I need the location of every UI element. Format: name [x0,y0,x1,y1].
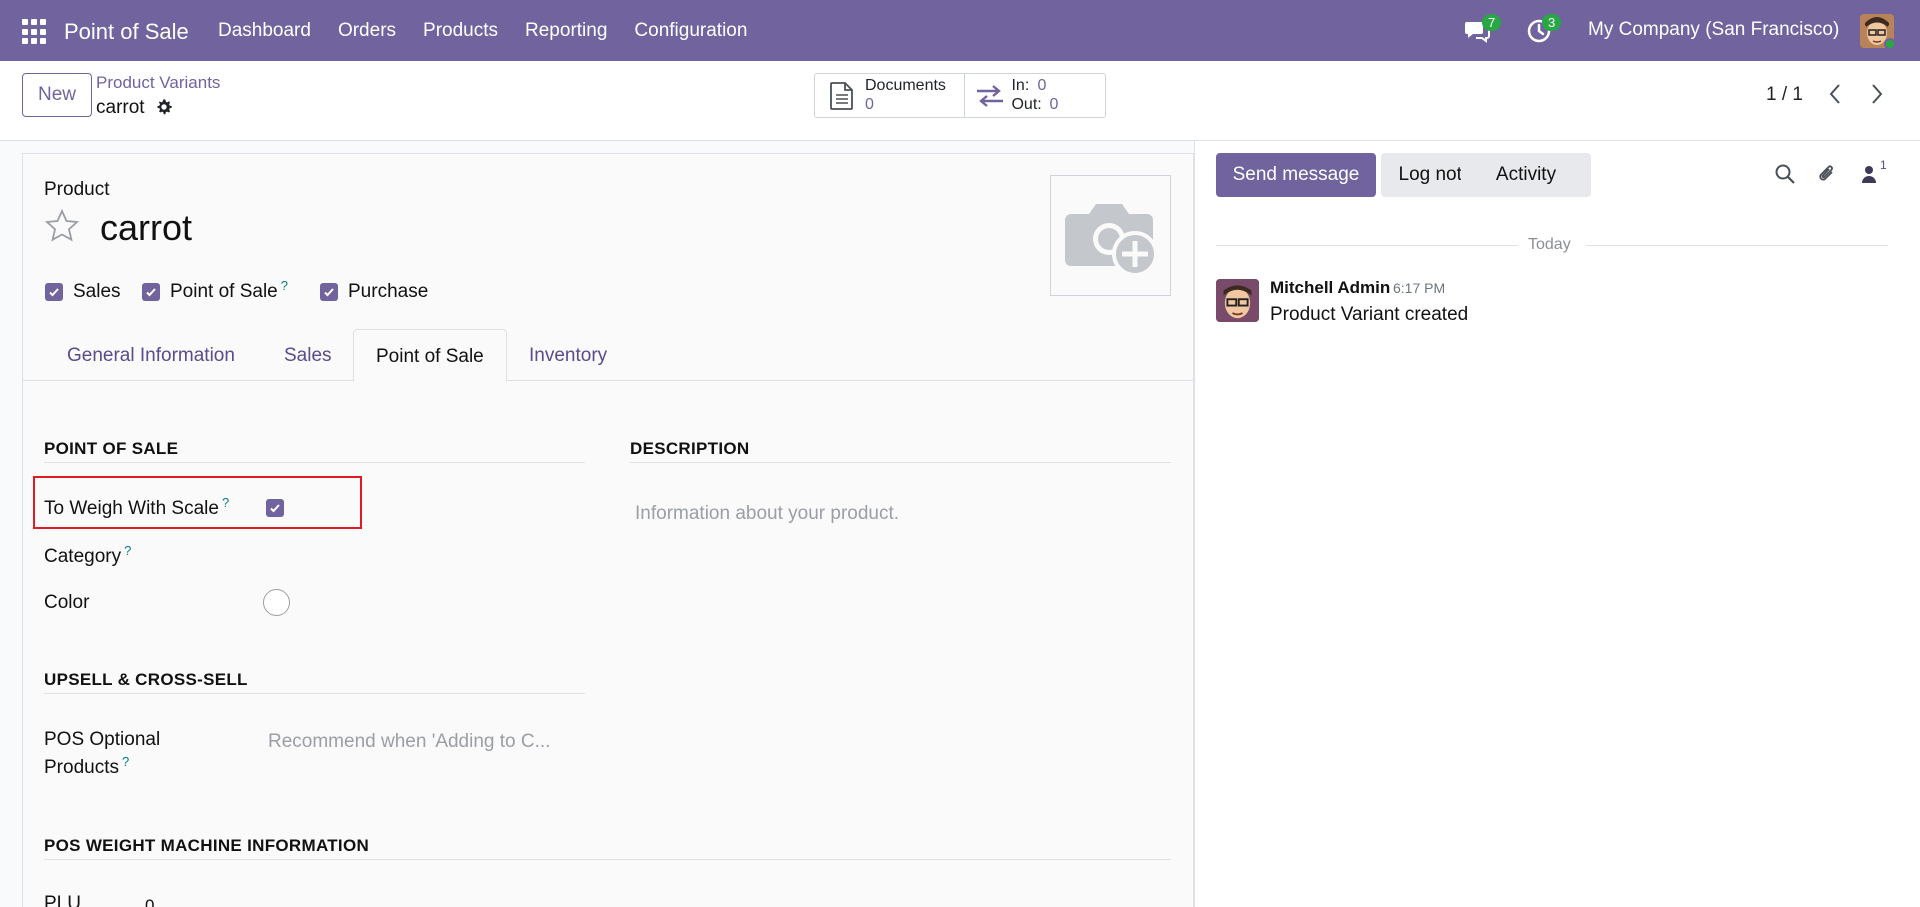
company-switcher[interactable]: My Company (San Francisco) [1588,19,1839,41]
menu-orders[interactable]: Orders [338,20,396,42]
gear-icon[interactable] [155,98,173,116]
pos-optional-products-input[interactable]: Recommend when 'Adding to C... [268,731,550,753]
in-label: In: [1011,77,1030,94]
date-divider-left [1216,245,1518,246]
exchange-arrows-icon [977,85,1004,107]
category-label: Category? [44,543,131,568]
document-icon [830,82,853,110]
form-tabs: General Information Sales Point of Sale … [22,329,1193,382]
description-section-title: DESCRIPTION [630,439,750,458]
section-divider [44,462,585,463]
activity-button[interactable]: Activity [1461,153,1591,197]
plu-label: PLU [44,893,81,907]
checkmark-icon [324,288,334,297]
section-divider [44,693,585,694]
followers-count: 1 [1880,158,1887,172]
tab-general-information[interactable]: General Information [67,329,235,381]
in-count: 0 [1037,77,1047,94]
online-status-dot [1884,38,1894,48]
chevron-left-icon[interactable] [1826,82,1844,106]
pos-optional-products-text: Products [44,757,119,778]
help-tooltip-icon[interactable]: ? [281,278,288,293]
tab-point-of-sale[interactable]: Point of Sale [353,329,507,382]
to-weigh-with-scale-label: To Weigh With Scale? [44,495,229,520]
form-sheet [22,153,1194,907]
followers-icon[interactable] [1858,163,1880,185]
product-label: Product [44,179,110,200]
sales-label: Sales [73,281,121,302]
menu-reporting[interactable]: Reporting [525,20,607,42]
messages-badge: 7 [1482,14,1502,31]
app-brand[interactable]: Point of Sale [64,19,189,45]
to-weigh-with-scale-checkbox[interactable] [266,499,284,517]
breadcrumb-parent[interactable]: Product Variants [96,73,220,93]
stock-moves-smart-button[interactable]: In: 0 Out: 0 [965,74,1105,117]
star-icon[interactable] [44,208,80,244]
activities-badge: 3 [1542,14,1562,31]
product-image-placeholder[interactable] [1050,175,1171,296]
checkmark-icon [146,288,156,297]
documents-smart-button[interactable]: Documents 0 [815,74,966,117]
checkmark-icon [49,288,59,297]
tab-sales[interactable]: Sales [284,329,332,381]
description-input[interactable]: Information about your product. [635,503,899,525]
documents-count: 0 [865,96,874,113]
out-label: Out: [1011,96,1042,113]
app-grid-icon[interactable] [22,19,48,45]
to-weigh-with-scale-text: To Weigh With Scale [44,498,219,519]
weight-machine-section-title: POS WEIGHT MACHINE INFORMATION [44,836,370,855]
upsell-section-title: UPSELL & CROSS-SELL [44,670,248,689]
point-of-sale-flag-text: Point of Sale [170,281,278,302]
message-author-avatar[interactable] [1216,279,1259,322]
color-picker[interactable] [263,589,290,616]
sales-checkbox[interactable] [45,283,63,301]
pos-optional-products-label-line2: Products? [44,754,129,779]
camera-plus-icon [1065,204,1158,277]
plu-value[interactable]: 0 [145,896,154,907]
menu-products[interactable]: Products [423,20,498,42]
breadcrumb-current: carrot [96,97,145,118]
pos-optional-products-label-line1: POS Optional [44,729,161,750]
search-icon[interactable] [1774,163,1796,185]
documents-label: Documents [865,77,946,94]
user-face-icon [1216,279,1259,322]
message-body: Product Variant created [1270,304,1469,325]
menu-configuration[interactable]: Configuration [634,20,747,42]
point-of-sale-checkbox[interactable] [142,283,160,301]
product-name[interactable]: carrot [100,207,192,249]
point-of-sale-flag-label: Point of Sale? [170,278,288,303]
purchase-label: Purchase [348,281,429,302]
date-divider-right [1586,245,1888,246]
help-tooltip-icon[interactable]: ? [222,495,229,510]
smart-buttons: Documents 0 In: 0 Out: 0 [814,73,1106,118]
main-menu: Dashboard Orders Products Reporting Conf… [218,20,774,42]
send-message-button[interactable]: Send message [1216,153,1376,197]
control-panel: New Product Variants carrot Documents 0 … [0,61,1920,141]
checkmark-icon [270,504,280,513]
category-text: Category [44,546,122,567]
menu-dashboard[interactable]: Dashboard [218,20,311,42]
new-button[interactable]: New [22,73,92,117]
user-avatar[interactable] [1860,14,1894,48]
top-navbar: Point of Sale Dashboard Orders Products … [0,0,1920,61]
pager-value[interactable]: 1 / 1 [1766,84,1803,106]
pos-section-title: POINT OF SALE [44,439,179,458]
chatter-panel [1194,141,1920,907]
tab-inventory[interactable]: Inventory [529,329,607,381]
help-tooltip-icon[interactable]: ? [122,754,129,769]
section-divider [44,859,1171,860]
out-count: 0 [1049,96,1059,113]
purchase-checkbox[interactable] [320,283,338,301]
message-time: 6:17 PM [1393,280,1446,296]
section-divider [630,462,1171,463]
color-label: Color [44,592,90,613]
message-author[interactable]: Mitchell Admin [1270,278,1390,298]
chevron-right-icon[interactable] [1868,82,1886,106]
date-separator: Today [1528,236,1571,253]
help-tooltip-icon[interactable]: ? [124,543,131,558]
paperclip-icon[interactable] [1816,163,1838,185]
